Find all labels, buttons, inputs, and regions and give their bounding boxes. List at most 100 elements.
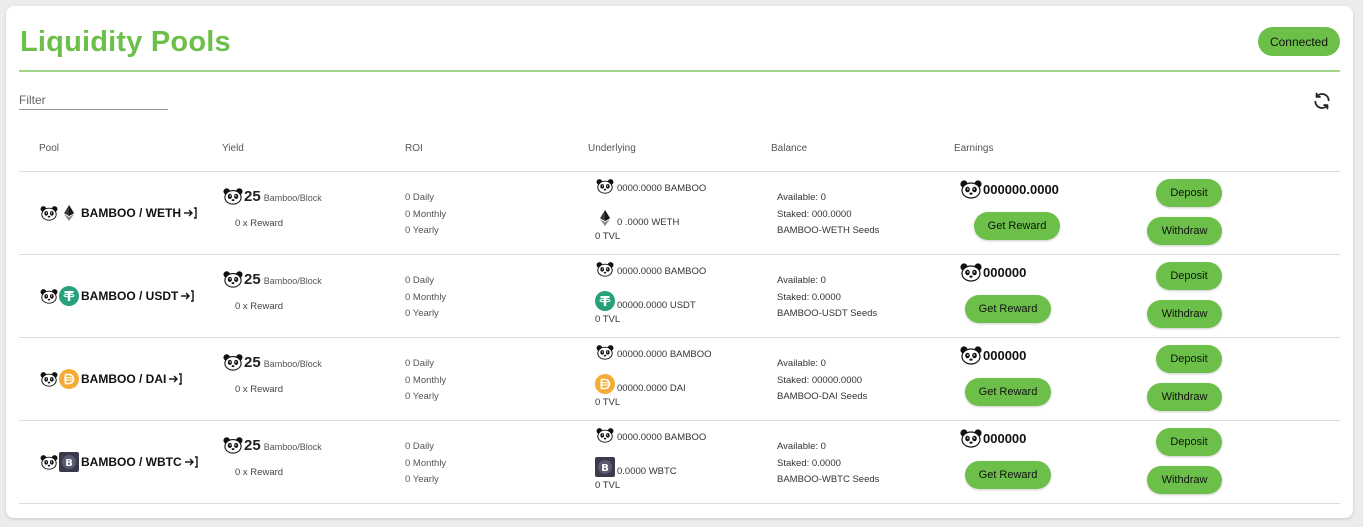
bamboo-panda-icon [222,270,244,288]
bamboo-panda-icon [959,345,983,365]
yield-cell: 25 Bamboo/Block 0 x Reward [222,436,322,478]
bamboo-panda-icon [595,261,615,277]
yield-value: 25 [244,354,261,371]
table-row: BAMBOO / DAI 25 Bamboo/Block 0 x Reward 0… [19,338,1340,421]
column-header-yield: Yield [222,143,244,154]
underlying-token: 00000.0000 DAI [617,382,686,394]
earnings-value: 000000.0000 [983,181,1059,197]
balance-staked: Staked: 0.0000 [777,291,841,303]
get-reward-button[interactable]: Get Reward [965,295,1051,323]
table-row: BAMBOO / WETH 25 Bamboo/Block 0 x Reward … [19,172,1340,255]
pool-name: BAMBOO / WBTC [81,455,182,469]
earnings-amount: 000000 [959,428,1026,448]
balance-staked: Staked: 0.0000 [777,457,841,469]
pool-cell: BAMBOO / USDT [39,286,195,306]
withdraw-button[interactable]: Withdraw [1147,383,1222,411]
refresh-icon[interactable] [1312,91,1332,111]
enter-icon[interactable] [183,207,197,219]
roi-yearly: 0 Yearly [405,391,439,402]
table-header: Pool Yield ROI Underlying Balance Earnin… [19,137,1340,172]
wbtc-icon: B [59,452,79,472]
underlying-cell: 0000.0000 BAMBOO 00000.0000 USDT 0 TVL [595,259,706,325]
bamboo-panda-icon [39,454,59,470]
pool-cell: B BAMBOO / WBTC [39,452,198,472]
bamboo-panda-icon [39,288,59,304]
roi-daily: 0 Daily [405,358,435,369]
withdraw-button[interactable]: Withdraw [1147,466,1222,494]
bamboo-panda-icon [222,353,244,371]
deposit-button[interactable]: Deposit [1156,428,1222,456]
balance-staked: Staked: 00000.0000 [777,374,863,386]
get-reward-button[interactable]: Get Reward [974,212,1060,240]
balance-staked: Staked: 000.0000 [777,208,852,220]
column-header-roi: ROI [405,143,423,154]
tvl-value: 0 TVL [595,231,621,242]
underlying-bamboo: 0000.0000 BAMBOO [617,182,707,194]
bamboo-panda-icon [959,428,983,448]
reward-multiplier: 0 x Reward [235,467,284,478]
roi-monthly: 0 Monthly [405,208,447,220]
column-header-balance: Balance [771,143,808,154]
reward-multiplier: 0 x Reward [235,384,284,395]
dai-icon [595,374,615,394]
yield-cell: 25 Bamboo/Block 0 x Reward [222,353,322,395]
weth-icon [595,208,615,228]
underlying-cell: 0000.0000 BAMBOO B 0.0000 WBTC 0 TVL [595,425,706,491]
bamboo-panda-icon [595,178,615,194]
roi-yearly: 0 Yearly [405,225,439,236]
balance-cell: Available: 0 Staked: 00000.0000 BAMBOO-D… [777,356,867,406]
bamboo-panda-icon [595,344,615,360]
yield-unit: Bamboo/Block [263,359,322,369]
bamboo-panda-icon [39,371,59,387]
deposit-button[interactable]: Deposit [1156,179,1222,207]
withdraw-button[interactable]: Withdraw [1147,300,1222,328]
connected-button[interactable]: Connected [1258,27,1340,56]
pool-name: BAMBOO / WETH [81,206,181,220]
bamboo-panda-icon [39,205,59,221]
deposit-button[interactable]: Deposit [1156,262,1222,290]
yield-value: 25 [244,271,261,288]
pool-name: BAMBOO / USDT [81,289,179,303]
pool-name: BAMBOO / DAI [81,372,167,386]
roi-cell: 0 Daily 0 Monthly 0 Yearly [405,273,446,323]
balance-available: Available: 0 [777,358,826,369]
tvl-value: 0 TVL [595,314,621,325]
page-title: Liquidity Pools [20,26,231,58]
earnings-amount: 000000 [959,262,1026,282]
balance-cell: Available: 0 Staked: 0.0000 BAMBOO-WBTC … [777,439,879,489]
balance-seeds: BAMBOO-WBTC Seeds [777,474,880,485]
roi-daily: 0 Daily [405,192,435,203]
get-reward-button[interactable]: Get Reward [965,461,1051,489]
underlying-bamboo: 00000.0000 BAMBOO [617,348,712,360]
yield-cell: 25 Bamboo/Block 0 x Reward [222,187,322,229]
earnings-amount: 000000 [959,345,1026,365]
liquidity-pools-card: Liquidity Pools Connected Pool Yield ROI… [6,6,1353,518]
withdraw-button[interactable]: Withdraw [1147,217,1222,245]
yield-unit: Bamboo/Block [263,442,322,452]
earnings-value: 000000 [983,347,1027,363]
underlying-cell: 0000.0000 BAMBOO 0 .0000 WETH 0 TVL [595,176,706,242]
bamboo-panda-icon [959,262,983,282]
tvl-value: 0 TVL [595,480,621,491]
get-reward-button[interactable]: Get Reward [965,378,1051,406]
earnings-value: 000000 [983,264,1027,280]
roi-cell: 0 Daily 0 Monthly 0 Yearly [405,439,446,489]
balance-available: Available: 0 [777,441,826,452]
enter-icon[interactable] [168,373,183,385]
yield-value: 25 [244,437,261,454]
dai-icon [59,369,79,389]
roi-daily: 0 Daily [405,441,435,452]
column-header-earnings: Earnings [954,143,994,154]
enter-icon[interactable] [180,290,195,302]
balance-seeds: BAMBOO-DAI Seeds [777,391,868,402]
yield-cell: 25 Bamboo/Block 0 x Reward [222,270,322,312]
column-header-underlying: Underlying [588,143,636,154]
roi-yearly: 0 Yearly [405,474,439,485]
deposit-button[interactable]: Deposit [1156,345,1222,373]
balance-seeds: BAMBOO-WETH Seeds [777,225,880,236]
enter-icon[interactable] [184,456,198,468]
roi-yearly: 0 Yearly [405,308,439,319]
yield-unit: Bamboo/Block [263,276,322,286]
filter-input[interactable] [19,90,168,110]
pool-cell: BAMBOO / WETH [39,203,197,223]
